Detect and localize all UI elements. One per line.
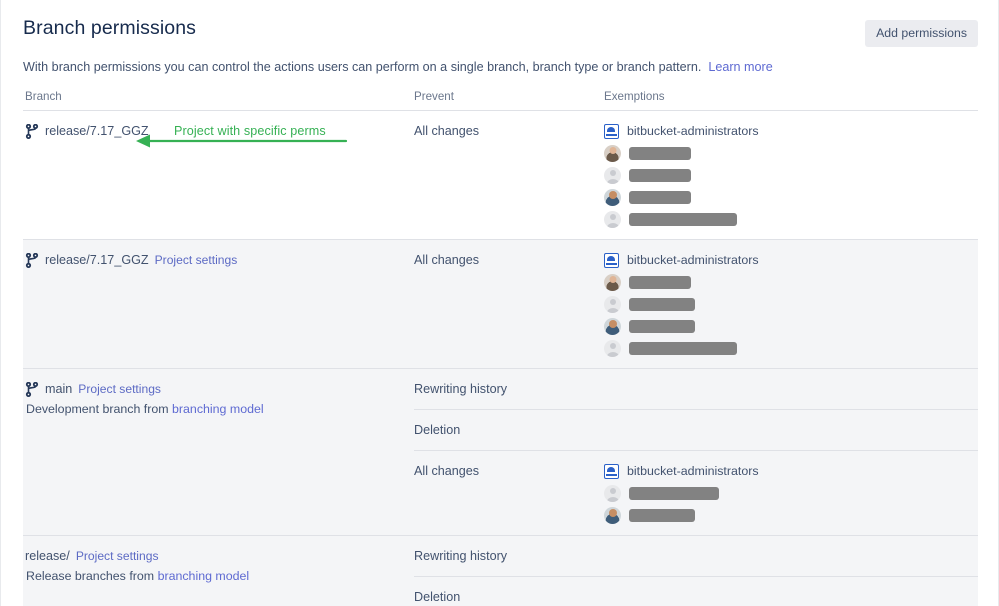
branch-cell: release/Project settings Release branches… [23, 535, 414, 606]
exemptions-cell: bitbucket-administrators [604, 450, 978, 536]
git-branch-icon [25, 381, 39, 397]
exemption-name: bitbucket-administrators [627, 124, 759, 138]
redacted-name [629, 146, 691, 160]
page-title: Branch permissions [23, 17, 197, 39]
exemptions-list: bitbucket-administrators [604, 251, 978, 357]
branch-name: release/7.17_GGZ [45, 124, 149, 138]
project-settings-link[interactable]: Project settings [76, 548, 159, 564]
branch-subtitle-text: Release branches from [26, 569, 155, 583]
group-icon [604, 463, 619, 479]
exemption-item [604, 339, 978, 357]
project-settings-link[interactable]: Project settings [78, 381, 161, 397]
group-icon [604, 252, 619, 268]
exemption-name: bitbucket-administrators [627, 253, 759, 267]
user-avatar-placeholder [604, 295, 621, 313]
user-avatar [604, 317, 621, 335]
exemption-item [604, 144, 978, 162]
branch-cell: release/7.17_GGZ [23, 110, 414, 240]
branch-subtitle: Release branches from branching model [25, 568, 404, 584]
table-row: release/7.17_GGZ Project settings All chan… [23, 239, 978, 369]
branch-permissions-panel: Branch permissions Add permissions With … [23, 14, 978, 606]
redacted-name [629, 486, 719, 500]
table-row: release/Project settings Release branches… [23, 535, 978, 606]
exemption-name: bitbucket-administrators [627, 464, 759, 478]
prevent-cell: Deletion [414, 576, 604, 606]
user-avatar [604, 273, 621, 291]
prevent-cell: Deletion [414, 409, 604, 451]
prevent-cell: All changes [414, 239, 604, 369]
git-branch-icon [25, 252, 39, 268]
description-text: With branch permissions you can control … [23, 60, 702, 74]
column-header-prevent: Prevent [414, 90, 604, 111]
git-branch-icon [25, 123, 39, 139]
branch-name-line: release/7.17_GGZ [25, 123, 404, 139]
branch-name: main [45, 382, 73, 396]
exemptions-cell: bitbucket-administrators [604, 110, 978, 240]
redacted-name [629, 297, 695, 311]
branch-subtitle: Development branch from branching model [25, 401, 404, 417]
user-avatar-placeholder [604, 484, 621, 502]
redacted-name [629, 275, 691, 289]
project-settings-link[interactable]: Project settings [155, 252, 238, 268]
exemptions-list: bitbucket-administrators [604, 462, 978, 524]
exemption-item [604, 166, 978, 184]
branch-cell: main Project settings Development branch f… [23, 368, 414, 536]
redacted-name [629, 168, 691, 182]
exemptions-cell [604, 576, 978, 606]
prevent-cell: Rewriting history [414, 368, 604, 410]
user-avatar-placeholder [604, 339, 621, 357]
column-header-branch: Branch [23, 90, 414, 111]
user-avatar-placeholder [604, 210, 621, 228]
redacted-name [629, 341, 737, 355]
page-frame-left-edge [0, 0, 1, 606]
page-root: Branch permissions Add permissions With … [0, 0, 999, 606]
redacted-name [629, 508, 695, 522]
prevent-cell: Rewriting history [414, 535, 604, 577]
branch-name-line: release/Project settings [25, 548, 404, 564]
branch-cell: release/7.17_GGZ Project settings [23, 239, 414, 369]
branch-name: release/ [25, 549, 70, 563]
table-body: release/7.17_GGZ All changes bitbucket-adm… [23, 110, 978, 606]
prevent-cell: All changes [414, 110, 604, 240]
prevent-cell: All changes [414, 450, 604, 536]
exemption-item [604, 210, 978, 228]
exemption-item [604, 506, 978, 524]
branch-name-line: release/7.17_GGZ Project settings [25, 252, 404, 268]
learn-more-link[interactable]: Learn more [708, 60, 772, 74]
panel-description: With branch permissions you can control … [23, 59, 978, 75]
exemptions-cell [604, 535, 978, 577]
exemption-item [604, 188, 978, 206]
exemptions-cell: bitbucket-administrators [604, 239, 978, 369]
exemptions-cell [604, 368, 978, 410]
branch-name: release/7.17_GGZ [45, 253, 149, 267]
redacted-name [629, 212, 737, 226]
user-avatar [604, 188, 621, 206]
column-header-exemptions: Exemptions [604, 90, 978, 111]
user-avatar [604, 144, 621, 162]
branching-model-link[interactable]: branching model [172, 402, 264, 416]
exemption-item: bitbucket-administrators [604, 122, 978, 140]
table-row: release/7.17_GGZ All changes bitbucket-adm… [23, 110, 978, 240]
branch-name-line: main Project settings [25, 381, 404, 397]
exemption-item [604, 484, 978, 502]
branch-permissions-table: Branch Prevent Exemptions release/7.17_G… [23, 90, 978, 606]
user-avatar-placeholder [604, 166, 621, 184]
exemption-item [604, 273, 978, 291]
exemption-item [604, 295, 978, 313]
redacted-name [629, 190, 691, 204]
branching-model-link[interactable]: branching model [158, 569, 250, 583]
add-permissions-button[interactable]: Add permissions [865, 20, 978, 47]
exemption-item: bitbucket-administrators [604, 251, 978, 269]
table-header: Branch Prevent Exemptions [23, 90, 978, 111]
panel-header: Branch permissions Add permissions [23, 14, 978, 48]
branch-subtitle-text: Development branch from [26, 402, 169, 416]
exemption-item [604, 317, 978, 335]
user-avatar [604, 506, 621, 524]
exemptions-cell [604, 409, 978, 451]
table-row: main Project settings Development branch f… [23, 368, 978, 536]
redacted-name [629, 319, 695, 333]
exemption-item: bitbucket-administrators [604, 462, 978, 480]
exemptions-list: bitbucket-administrators [604, 122, 978, 228]
group-icon [604, 123, 619, 139]
